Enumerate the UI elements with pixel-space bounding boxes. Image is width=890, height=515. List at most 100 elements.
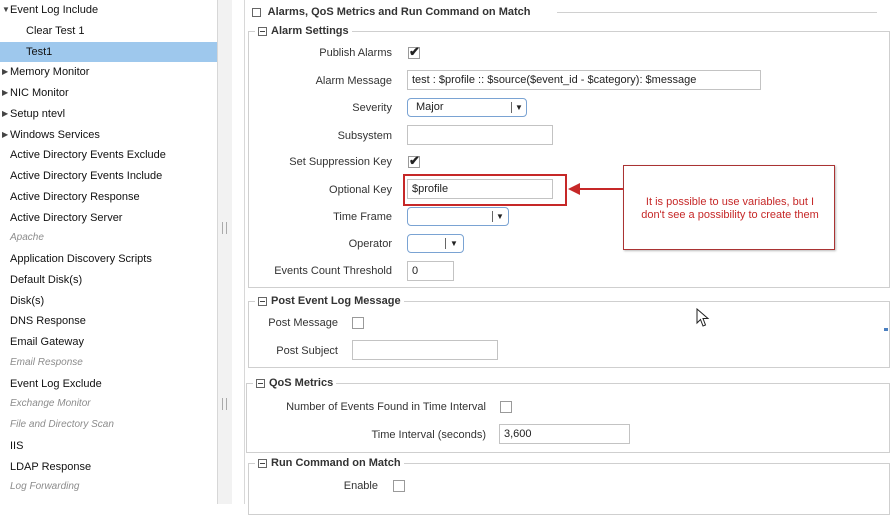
tree-item[interactable]: Active Directory Events Include bbox=[0, 166, 217, 186]
section-header[interactable]: Alarms, QoS Metrics and Run Command on M… bbox=[252, 4, 530, 20]
tree-item[interactable]: Application Discovery Scripts bbox=[0, 249, 217, 269]
tree-item[interactable]: DNS Response bbox=[0, 311, 217, 331]
events-found-label: Number of Events Found in Time Interval bbox=[286, 401, 486, 413]
tree-item-label: Log Forwarding bbox=[10, 481, 80, 493]
tree-item[interactable]: Active Directory Response bbox=[0, 187, 217, 207]
tree-item[interactable]: Email Response bbox=[0, 353, 217, 373]
panel-divider bbox=[244, 0, 245, 504]
tree-item-label: Memory Monitor bbox=[10, 66, 90, 79]
tree-item[interactable]: ▼ Event Log Include bbox=[0, 0, 217, 20]
collapse-arrow-icon[interactable]: ▶ bbox=[2, 62, 10, 82]
post-subject-label: Post Subject bbox=[276, 345, 338, 357]
mouse-cursor-icon bbox=[696, 308, 710, 327]
tree-item-label: IIS bbox=[10, 439, 24, 452]
tree-item-label: Email Response bbox=[10, 356, 83, 368]
splitter-grip-top[interactable] bbox=[222, 222, 227, 234]
collapse-arrow-icon[interactable]: ▶ bbox=[2, 83, 10, 103]
tree-item[interactable]: Default Disk(s) bbox=[0, 270, 217, 290]
tree-item[interactable]: Email Gateway bbox=[0, 332, 217, 352]
configuration-panel: Alarms, QoS Metrics and Run Command on M… bbox=[232, 0, 890, 515]
alarm-settings-title: Alarm Settings bbox=[271, 25, 349, 37]
enable-checkbox[interactable] bbox=[393, 480, 405, 492]
tree-item-label: Active Directory Events Exclude bbox=[10, 149, 166, 162]
tree-item[interactable]: Exchange Monitor bbox=[0, 394, 217, 414]
events-threshold-input[interactable]: 0 bbox=[407, 261, 454, 281]
tree-item[interactable]: File and Directory Scan bbox=[0, 415, 217, 435]
select-separator bbox=[511, 102, 512, 113]
collapse-toggle-icon[interactable] bbox=[258, 26, 267, 36]
collapse-toggle-icon[interactable] bbox=[252, 7, 261, 17]
tree-item-label: Setup ntevl bbox=[10, 107, 66, 120]
tree-item[interactable]: ▶ Windows Services bbox=[0, 125, 217, 145]
chevron-down-icon[interactable]: ▼ bbox=[449, 235, 459, 252]
tree-item[interactable]: IIS bbox=[0, 436, 217, 456]
tree-item-label: Clear Test 1 bbox=[26, 24, 85, 37]
tree-item[interactable]: Event Log Exclude bbox=[0, 374, 217, 394]
section-rule bbox=[557, 12, 877, 13]
subsystem-input[interactable] bbox=[407, 125, 553, 145]
tree-item-label: Apache bbox=[10, 232, 44, 244]
tree-item-label: DNS Response bbox=[10, 315, 86, 328]
tree-item-label: LDAP Response bbox=[10, 460, 92, 473]
tree-item[interactable]: Apache bbox=[0, 228, 217, 248]
select-separator bbox=[445, 238, 446, 249]
tree-item-label: Test1 bbox=[26, 45, 53, 58]
tree-item[interactable]: Clear Test 1 bbox=[0, 21, 217, 41]
suppression-key-checkbox[interactable]: ✔ bbox=[408, 153, 420, 168]
time-frame-select[interactable]: ▼ bbox=[407, 207, 509, 226]
post-subject-input[interactable] bbox=[352, 340, 498, 360]
panel-splitter[interactable] bbox=[218, 0, 232, 504]
splitter-grip-bottom[interactable] bbox=[222, 398, 227, 410]
alarm-message-input[interactable]: test : $profile :: $source($event_id - $… bbox=[407, 70, 761, 90]
tree-item-label: Disk(s) bbox=[10, 294, 45, 307]
post-message-checkbox[interactable] bbox=[352, 317, 364, 329]
tree-item[interactable]: Log Forwarding bbox=[0, 477, 217, 497]
suppression-key-label: Set Suppression Key bbox=[289, 156, 392, 168]
tree-item[interactable]: Active Directory Server bbox=[0, 208, 217, 228]
alarm-settings-legend[interactable]: Alarm Settings bbox=[255, 24, 352, 38]
operator-select[interactable]: ▼ bbox=[407, 234, 464, 253]
chevron-down-icon[interactable]: ▼ bbox=[495, 208, 505, 225]
events-found-checkbox[interactable] bbox=[500, 401, 512, 413]
expand-arrow-icon[interactable]: ▼ bbox=[2, 0, 10, 20]
tree-item[interactable]: ▶ NIC Monitor bbox=[0, 83, 217, 103]
tree-item[interactable]: Test1 bbox=[0, 41, 217, 62]
post-event-group: Post Event Log Message bbox=[248, 294, 890, 368]
chevron-down-icon[interactable]: ▼ bbox=[514, 99, 524, 116]
post-event-legend[interactable]: Post Event Log Message bbox=[255, 294, 404, 308]
tree-item[interactable]: ▶ Setup ntevl bbox=[0, 104, 217, 124]
qos-metrics-title: QoS Metrics bbox=[269, 377, 334, 389]
collapse-arrow-icon[interactable]: ▶ bbox=[2, 125, 10, 145]
time-frame-label: Time Frame bbox=[333, 211, 392, 223]
enable-label: Enable bbox=[343, 480, 378, 492]
run-command-legend[interactable]: Run Command on Match bbox=[255, 456, 404, 470]
collapse-toggle-icon[interactable] bbox=[256, 378, 265, 388]
tree-item-label: Active Directory Response bbox=[10, 190, 140, 203]
publish-alarms-checkbox[interactable]: ✔ bbox=[408, 44, 420, 59]
collapse-toggle-icon[interactable] bbox=[258, 296, 267, 306]
time-interval-input[interactable]: 3,600 bbox=[499, 424, 630, 444]
tree-item-label: Email Gateway bbox=[10, 336, 84, 348]
collapse-arrow-icon[interactable]: ▶ bbox=[2, 104, 10, 124]
time-interval-label: Time Interval (seconds) bbox=[371, 429, 486, 441]
qos-metrics-legend[interactable]: QoS Metrics bbox=[253, 376, 337, 390]
tree-item[interactable]: LDAP Response bbox=[0, 457, 217, 477]
tree-item-label: Application Discovery Scripts bbox=[10, 253, 152, 265]
arrow-left-icon bbox=[568, 183, 624, 195]
edge-marker bbox=[884, 328, 888, 331]
tree-item[interactable]: Disk(s) bbox=[0, 291, 217, 311]
post-message-label: Post Message bbox=[268, 317, 338, 329]
collapse-toggle-icon[interactable] bbox=[258, 458, 267, 468]
severity-label: Severity bbox=[352, 102, 392, 114]
checkmark-icon: ✔ bbox=[409, 153, 420, 168]
severity-select[interactable]: Major ▼ bbox=[407, 98, 527, 117]
section-title: Alarms, QoS Metrics and Run Command on M… bbox=[267, 6, 531, 18]
tree-item-label: Active Directory Events Include bbox=[10, 170, 163, 182]
tree-item-label: Exchange Monitor bbox=[10, 398, 91, 410]
tree-item-label: File and Directory Scan bbox=[10, 419, 114, 430]
tree-item-label: Event Log Exclude bbox=[10, 377, 102, 390]
tree-item[interactable]: Active Directory Events Exclude bbox=[0, 145, 217, 165]
events-threshold-label: Events Count Threshold bbox=[274, 265, 392, 277]
select-separator bbox=[492, 211, 493, 222]
tree-item[interactable]: ▶ Memory Monitor bbox=[0, 62, 217, 82]
